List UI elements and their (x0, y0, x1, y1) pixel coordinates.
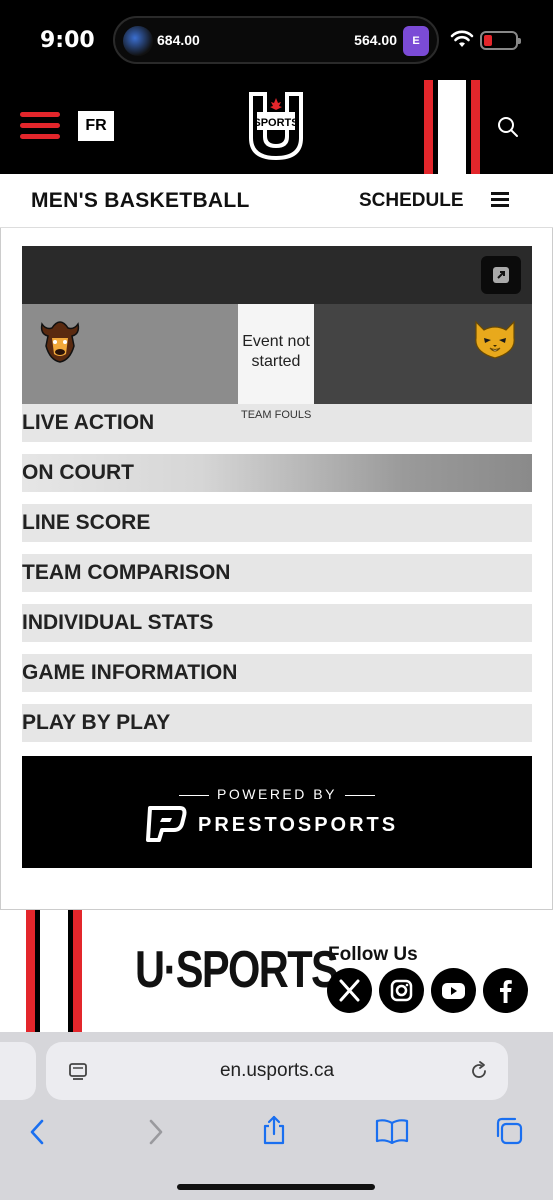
reload-icon[interactable] (468, 1060, 490, 1082)
status-time: 9:00 (40, 28, 95, 53)
tab-on-court[interactable]: ON COURT (22, 454, 532, 492)
site-header: FR SPORTS (0, 80, 553, 174)
tab-team-comparison[interactable]: TEAM COMPARISON (22, 554, 532, 592)
home-indicator[interactable] (177, 1184, 375, 1190)
forward-icon[interactable] (145, 1118, 167, 1146)
usports-logo[interactable]: SPORTS (247, 90, 305, 162)
footer-stripes (26, 910, 82, 1032)
status-bar: 9:00 684.00 564.00 E (0, 0, 553, 80)
share-icon[interactable] (260, 1114, 288, 1146)
logo-text: SPORTS (253, 117, 298, 129)
jersey-icon: E (403, 26, 429, 56)
back-icon[interactable] (26, 1118, 48, 1146)
live-activity-avatar (123, 26, 153, 56)
schedule-link[interactable]: SCHEDULE (359, 190, 464, 212)
sport-menu-button[interactable] (491, 192, 509, 208)
browser-chrome: en.usports.ca (0, 1032, 553, 1200)
expand-icon (493, 267, 509, 283)
sport-subnav: MEN'S BASKETBALL SCHEDULE (0, 174, 553, 228)
powered-by-brand: PRESTOSPORTS (198, 814, 399, 836)
away-team-panel[interactable] (314, 304, 532, 404)
live-activity-left-value: 684.00 (157, 32, 200, 48)
address-bar[interactable]: en.usports.ca (46, 1042, 508, 1100)
tabs-icon[interactable] (494, 1116, 524, 1146)
scoreboard: Event not started (22, 304, 532, 404)
dynamic-island: 684.00 564.00 E (113, 16, 439, 64)
footer-usports-logo[interactable]: U·SPORTS (135, 940, 339, 1000)
team-fouls-label: TEAM FOULS (241, 409, 312, 421)
powered-by-text: POWERED BY (22, 786, 532, 802)
live-activity-right-value: 564.00 (354, 32, 397, 48)
bookmarks-icon[interactable] (375, 1118, 409, 1144)
expand-button[interactable] (481, 256, 521, 294)
wifi-icon (450, 30, 474, 47)
youtube-icon[interactable] (431, 968, 476, 1013)
x-icon[interactable] (327, 968, 372, 1013)
game-header-bar (22, 246, 532, 304)
follow-us-label: Follow Us (328, 944, 418, 965)
header-stripes (424, 80, 480, 174)
tab-game-information[interactable]: GAME INFORMATION (22, 654, 532, 692)
prestosports-logo-icon (146, 806, 187, 842)
facebook-icon[interactable] (483, 968, 528, 1013)
wildcat-logo-icon (475, 320, 515, 359)
game-status: Event not started (238, 304, 314, 404)
powered-by-banner[interactable]: POWERED BY PRESTOSPORTS (22, 756, 532, 868)
url-text: en.usports.ca (219, 1060, 335, 1081)
sport-title[interactable]: MEN'S BASKETBALL (31, 189, 250, 213)
search-icon[interactable] (497, 116, 519, 138)
instagram-icon[interactable] (379, 968, 424, 1013)
tab-individual-stats[interactable]: INDIVIDUAL STATS (22, 604, 532, 642)
tab-line-score[interactable]: LINE SCORE (22, 504, 532, 542)
previous-tab-preview[interactable] (0, 1042, 36, 1100)
battery-icon (480, 31, 521, 50)
bison-logo-icon (40, 321, 80, 363)
main-menu-button[interactable] (20, 112, 60, 140)
language-toggle-button[interactable]: FR (78, 111, 114, 141)
tab-play-by-play[interactable]: PLAY BY PLAY (22, 704, 532, 742)
home-team-panel[interactable] (22, 304, 238, 404)
site-footer: U·SPORTS Follow Us (0, 910, 553, 1032)
